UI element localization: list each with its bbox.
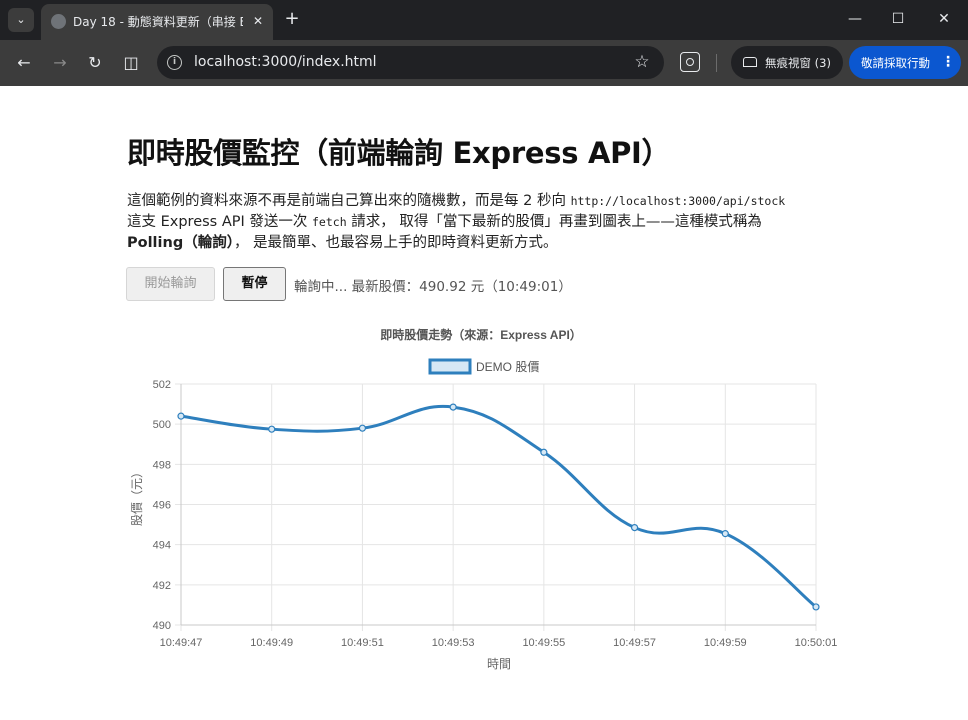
data-point[interactable] <box>358 424 367 432</box>
x-tick-label: 10:49:51 <box>341 637 384 649</box>
tab-bar: ⌄ Day 18 - 動態資料更新（串接 E ✕ + — ☐ ✕ <box>0 0 968 40</box>
start-polling-button[interactable]: 開始輪詢 <box>126 267 215 301</box>
pause-button[interactable]: 暫停 <box>223 267 286 301</box>
y-axis-label: 股價（元） <box>130 466 144 526</box>
desc-text-2: 這支 Express API 發送一次 <box>127 214 312 230</box>
y-tick-label: 496 <box>153 500 171 512</box>
data-point[interactable] <box>449 403 457 411</box>
new-tab-icon[interactable]: + <box>282 8 302 30</box>
data-point[interactable] <box>630 523 639 532</box>
x-tick-label: 10:49:59 <box>704 637 747 649</box>
status-text: 輪詢中... 最新股價：490.92 元（10:49:01） <box>294 279 572 295</box>
legend-label: DEMO 股價 <box>476 360 539 374</box>
desc-text-3: 請求， 取得「當下最新的股價」再畫到圖表上——這種模式稱為 <box>346 214 762 230</box>
address-bar[interactable]: i localhost:3000/index.html ☆ <box>157 46 664 79</box>
y-tick-label: 494 <box>153 540 171 552</box>
api-url-code: http://localhost:3000/api/stock <box>570 194 786 208</box>
url-text[interactable]: localhost:3000/index.html <box>194 54 377 70</box>
bookmark-star-icon[interactable]: ☆ <box>631 51 653 73</box>
active-tab[interactable]: Day 18 - 動態資料更新（串接 E ✕ <box>41 4 273 40</box>
data-point[interactable] <box>812 603 820 611</box>
y-tick-label: 502 <box>153 379 171 391</box>
forward-icon[interactable]: → <box>48 51 72 75</box>
page-title: 即時股價監控（前端輪詢 Express API） <box>127 136 671 170</box>
back-icon[interactable]: ← <box>12 51 36 75</box>
y-tick-label: 492 <box>153 580 171 592</box>
globe-icon <box>51 14 66 29</box>
x-tick-label: 10:49:49 <box>250 637 293 649</box>
action-label: 敬請採取行動 <box>861 56 930 70</box>
description: 這個範例的資料來源不再是前端自己算出來的隨機數，而是每 2 秒向 http://… <box>127 191 847 254</box>
maximize-icon[interactable]: ☐ <box>886 8 910 30</box>
desc-text-1: 這個範例的資料來源不再是前端自己算出來的隨機數，而是每 2 秒向 <box>127 193 571 209</box>
y-tick-label: 498 <box>153 459 171 471</box>
tab-search-button[interactable]: ⌄ <box>8 8 34 32</box>
legend-swatch <box>428 358 472 375</box>
split-view-icon[interactable]: ◫ <box>119 51 143 75</box>
x-tick-label: 10:49:53 <box>432 637 475 649</box>
chart-container: 即時股價走勢（來源：Express API） DEMO 股價 490 492 494… <box>118 318 848 678</box>
y-tick-label: 490 <box>153 620 171 632</box>
window-close-icon[interactable]: ✕ <box>932 8 956 30</box>
lens-icon[interactable] <box>680 52 700 72</box>
x-tick-label: 10:49:55 <box>522 637 565 649</box>
close-icon[interactable]: ✕ <box>249 12 267 30</box>
reload-icon[interactable]: ↻ <box>83 51 107 75</box>
x-tick-label: 10:50:01 <box>795 637 838 649</box>
kebab-menu-icon[interactable]: ⋮ <box>941 53 955 71</box>
info-icon[interactable]: i <box>167 55 182 70</box>
fetch-code: fetch <box>312 215 347 229</box>
toolbar-divider <box>716 54 717 72</box>
series-line <box>180 404 817 609</box>
data-point[interactable] <box>721 530 729 538</box>
chart-legend[interactable]: DEMO 股價 <box>428 358 539 375</box>
page-content: 即時股價監控（前端輪詢 Express API） 這個範例的資料來源不再是前端自… <box>0 86 968 720</box>
tab-title: Day 18 - 動態資料更新（串接 E <box>73 15 243 29</box>
action-button[interactable]: 敬請採取行動 ⋮ <box>849 46 961 79</box>
minimize-icon[interactable]: — <box>843 8 867 30</box>
data-points <box>177 403 820 611</box>
incognito-indicator[interactable]: 無痕視窗 (3) <box>731 46 843 79</box>
y-tick-label: 500 <box>153 419 171 431</box>
x-tick-label: 10:49:47 <box>160 637 203 649</box>
incognito-icon <box>743 57 757 67</box>
data-point[interactable] <box>540 448 548 456</box>
polling-term: Polling（輪詢） <box>127 235 234 251</box>
x-axis-ticks: 10:49:47 10:49:49 10:49:51 10:49:53 10:49:55… <box>160 637 838 649</box>
browser-toolbar: ← → ↻ ◫ i localhost:3000/index.html ☆ 無痕… <box>0 40 968 86</box>
chart-title: 即時股價走勢（來源：Express API） <box>380 327 582 342</box>
x-tick-label: 10:49:57 <box>613 637 656 649</box>
x-axis-label: 時間 <box>487 657 511 671</box>
line-chart: 即時股價走勢（來源：Express API） DEMO 股價 490 492 494… <box>130 327 838 671</box>
data-point[interactable] <box>268 425 276 433</box>
incognito-label: 無痕視窗 (3) <box>765 56 831 70</box>
y-axis-ticks: 490 492 494 496 498 500 502 <box>153 379 171 632</box>
desc-text-4: ， 是最簡單、也最容易上手的即時資料更新方式。 <box>233 235 558 251</box>
data-point[interactable] <box>177 412 185 420</box>
